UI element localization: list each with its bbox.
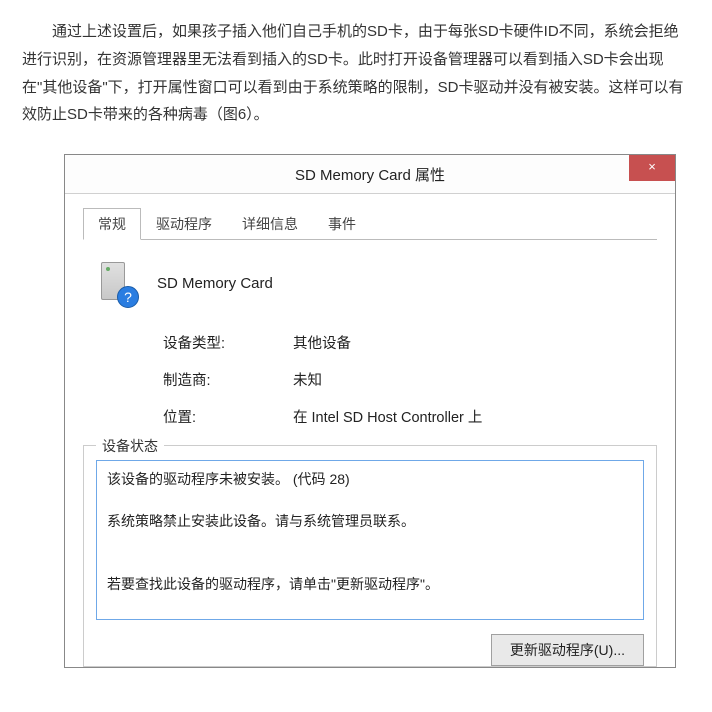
- device-status-legend: 设备状态: [96, 436, 164, 456]
- label-location: 位置:: [163, 406, 293, 427]
- question-badge-icon: ?: [117, 286, 139, 308]
- titlebar: SD Memory Card 属性 ×: [65, 155, 675, 194]
- device-header: ? SD Memory Card: [83, 240, 657, 332]
- info-rows: 设备类型: 其他设备 制造商: 未知 位置: 在 Intel SD Host C…: [83, 332, 657, 427]
- tab-details[interactable]: 详细信息: [227, 208, 313, 239]
- value-location: 在 Intel SD Host Controller 上: [293, 406, 482, 427]
- device-status-group: 设备状态 更新驱动程序(U)...: [83, 445, 657, 667]
- device-name: SD Memory Card: [157, 275, 273, 292]
- device-status-text[interactable]: [96, 460, 644, 620]
- row-manufacturer: 制造商: 未知: [163, 369, 657, 390]
- article-text: 通过上述设置后，如果孩子插入他们自己手机的SD卡，由于每张SD卡硬件ID不同，系…: [22, 18, 690, 129]
- device-icon: ?: [95, 262, 135, 304]
- label-device-type: 设备类型:: [163, 332, 293, 353]
- row-device-type: 设备类型: 其他设备: [163, 332, 657, 353]
- article-paragraph: 通过上述设置后，如果孩子插入他们自己手机的SD卡，由于每张SD卡硬件ID不同，系…: [22, 18, 690, 129]
- tab-driver[interactable]: 驱动程序: [141, 208, 227, 239]
- value-device-type: 其他设备: [293, 332, 351, 353]
- tab-events[interactable]: 事件: [313, 208, 371, 239]
- label-manufacturer: 制造商:: [163, 369, 293, 390]
- dialog-body: 常规 驱动程序 详细信息 事件 ? SD Memory Card 设备类型: 其…: [65, 194, 675, 667]
- tab-strip: 常规 驱动程序 详细信息 事件: [83, 208, 657, 240]
- update-driver-button[interactable]: 更新驱动程序(U)...: [491, 634, 644, 666]
- properties-dialog: SD Memory Card 属性 × 常规 驱动程序 详细信息 事件 ? SD…: [64, 154, 676, 668]
- row-location: 位置: 在 Intel SD Host Controller 上: [163, 406, 657, 427]
- value-manufacturer: 未知: [293, 369, 322, 390]
- button-row: 更新驱动程序(U)...: [96, 624, 644, 666]
- tab-general[interactable]: 常规: [83, 208, 141, 240]
- close-button[interactable]: ×: [629, 155, 675, 181]
- dialog-title: SD Memory Card 属性: [295, 164, 445, 185]
